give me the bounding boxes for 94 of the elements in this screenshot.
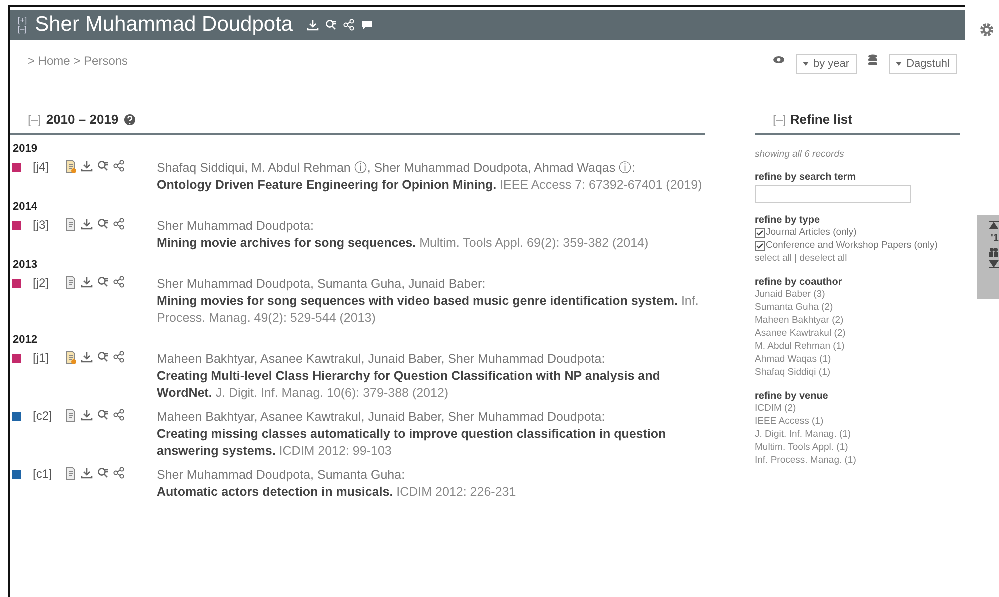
- deselect-all-link[interactable]: deselect all: [800, 253, 848, 264]
- share-icon[interactable]: [113, 409, 125, 421]
- people-icon[interactable]: [989, 247, 999, 257]
- bottom-icon[interactable]: [989, 260, 999, 269]
- open-access-document-icon[interactable]: [65, 160, 77, 174]
- document-icon[interactable]: [65, 409, 77, 423]
- search-icon[interactable]: [97, 467, 109, 479]
- entry-key: [c1]: [33, 467, 65, 481]
- settings-icon[interactable]: [979, 22, 995, 38]
- coauthor-link[interactable]: Asanee Kawtrakul (2): [755, 327, 960, 340]
- venue-link[interactable]: Inf. Process. Manag. (1): [755, 454, 960, 467]
- refine-title: Refine list: [790, 112, 852, 127]
- help-icon[interactable]: [124, 114, 136, 126]
- download-icon[interactable]: [81, 467, 93, 479]
- dropdown[interactable]: Dagstuhl: [888, 54, 957, 74]
- search-icon[interactable]: [97, 160, 109, 172]
- download-icon[interactable]: [81, 276, 93, 288]
- entry-key: [c2]: [33, 409, 65, 423]
- publication-citation: Creating missing classes automatically to improve question classification in question answering systems. ICDIM 2012: 99-103: [157, 426, 668, 460]
- entry-key: [j4]: [33, 160, 65, 174]
- search-field[interactable]: [755, 185, 911, 203]
- venue-link[interactable]: ICDIM (2): [755, 402, 960, 415]
- venue-link[interactable]: J. Digit. Inf. Manag. (1): [755, 428, 960, 441]
- entry-key: [j1]: [33, 351, 65, 365]
- author-list: Sher Muhammad Doudpota:: [157, 218, 705, 235]
- search-icon[interactable]: [97, 409, 109, 421]
- coauthor-link[interactable]: Shafaq Siddiqi (1): [755, 366, 960, 379]
- document-icon[interactable]: [65, 276, 77, 290]
- venue-link[interactable]: Multim. Tools Appl. (1): [755, 441, 960, 454]
- share-icon[interactable]: [113, 218, 125, 230]
- collapse-toggle[interactable]: [–]: [28, 112, 42, 126]
- link-separator: |: [794, 253, 798, 264]
- author-list: Sher Muhammad Doudpota, Sumanta Guha:: [157, 467, 705, 484]
- download-icon[interactable]: [81, 409, 93, 421]
- download-icon[interactable]: [81, 160, 93, 172]
- checkbox[interactable]: [755, 240, 765, 250]
- expand-toggle[interactable]: [+]: [18, 16, 28, 25]
- publication-citation: Creating Multi-level Class Hierarchy for Question Classification with NP analysis and WordNet. J. Digit. Inf. Manag. 10(6): 379-388 (2012): [157, 368, 662, 402]
- collapse-toggle[interactable]: [–]: [773, 112, 786, 126]
- filter-heading: refine by coauthor: [755, 277, 844, 288]
- breadcrumb[interactable]: > Home > Persons: [28, 54, 128, 112]
- coauthor-link[interactable]: M. Abdul Rehman (1): [755, 340, 960, 353]
- entry-key: [j2]: [33, 276, 65, 290]
- record-count: showing all 6 records: [755, 149, 846, 160]
- author-list: Maheen Bakhtyar, Asanee Kawtrakul, Junaid Baber, Sher Muhammad Doudpota:: [157, 351, 705, 368]
- share-icon[interactable]: [113, 276, 125, 288]
- page-title: Sher Muhammad Doudpota: [35, 13, 294, 37]
- publication-citation: Ontology Driven Feature Engineering for Opinion Mining. IEEE Access 7: 67392-67401 (2019): [157, 177, 704, 194]
- search-icon[interactable]: [325, 19, 338, 31]
- filter-heading: refine by search term: [755, 172, 858, 183]
- publication-citation: Automatic actors detection in musicals. ICDIM 2012: 226-231: [157, 484, 518, 501]
- share-icon[interactable]: [113, 467, 125, 479]
- year-heading: 2014: [13, 201, 38, 213]
- download-icon[interactable]: [81, 218, 93, 230]
- database-icon[interactable]: [866, 54, 879, 66]
- filter-heading: refine by type: [755, 215, 822, 226]
- author-list: Shafaq Siddiqui, M. Abdul Rehman ⓘ, Sher Muhammad Doudpota, Ahmad Waqas ⓘ:: [157, 160, 705, 177]
- venue-link[interactable]: IEEE Access (1): [755, 415, 960, 428]
- caret-icon: [896, 62, 902, 66]
- search-icon[interactable]: [97, 218, 109, 230]
- decade-link[interactable]: '1: [991, 233, 999, 244]
- caret-icon: [802, 62, 808, 66]
- author-list: Sher Muhammad Doudpota, Sumanta Guha, Junaid Baber:: [157, 276, 705, 293]
- document-icon[interactable]: [65, 218, 77, 232]
- publication-citation: Mining movie archives for song sequences. Multim. Tools Appl. 69(2): 359-382 (2014): [157, 235, 650, 252]
- collapse-toggle[interactable]: [–]: [18, 25, 28, 34]
- dropdown[interactable]: by year: [796, 54, 857, 74]
- coauthor-link[interactable]: Junaid Baber (3): [755, 288, 960, 301]
- type-filter[interactable]: Conference and Workshop Papers (only): [755, 239, 960, 252]
- document-icon[interactable]: [65, 467, 77, 481]
- search-icon[interactable]: [97, 351, 109, 363]
- year-heading: 2013: [13, 259, 38, 271]
- open-access-document-icon[interactable]: [65, 351, 77, 365]
- year-heading: 2012: [13, 334, 38, 346]
- publication-citation: Mining movies for song sequences with video based music genre identification system. Inf. Process. Manag. 49(2): 529-544 (2013): [157, 293, 700, 327]
- section-title: 2010 – 2019: [46, 112, 119, 127]
- year-heading: 2019: [13, 143, 38, 155]
- comment-icon[interactable]: [361, 19, 374, 31]
- share-icon[interactable]: [343, 19, 356, 31]
- share-icon[interactable]: [113, 351, 125, 363]
- share-icon[interactable]: [113, 160, 125, 172]
- top-icon[interactable]: [989, 221, 999, 230]
- author-list: Maheen Bakhtyar, Asanee Kawtrakul, Junaid Baber, Sher Muhammad Doudpota:: [157, 409, 705, 426]
- download-icon[interactable]: [81, 351, 93, 363]
- search-icon[interactable]: [97, 276, 109, 288]
- filter-heading: refine by venue: [755, 391, 830, 402]
- coauthor-link[interactable]: Sumanta Guha (2): [755, 301, 960, 314]
- select-all-link[interactable]: select all: [755, 253, 792, 264]
- checkbox[interactable]: [755, 228, 765, 238]
- coauthor-link[interactable]: Maheen Bakhtyar (2): [755, 314, 960, 327]
- coauthor-link[interactable]: Ahmad Waqas (1): [755, 353, 960, 366]
- type-filter[interactable]: Journal Articles (only): [755, 226, 960, 239]
- eye-icon[interactable]: [772, 54, 786, 66]
- entry-key: [j3]: [33, 218, 65, 232]
